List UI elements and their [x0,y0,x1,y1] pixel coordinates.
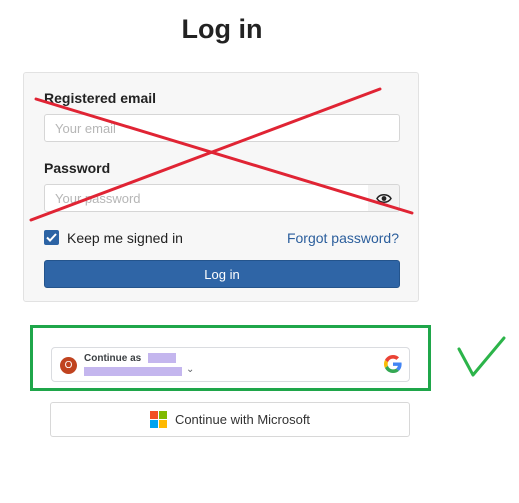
eye-icon [375,193,392,203]
google-continue-button[interactable]: O Continue as ⌄ [51,347,410,382]
forgot-password-link[interactable]: Forgot password? [287,230,399,246]
microsoft-logo-icon [149,411,167,428]
avatar: O [60,357,77,374]
microsoft-button-label: Continue with Microsoft [174,412,311,427]
email-input[interactable] [44,114,400,142]
redacted-name [148,353,176,363]
email-label: Registered email [44,90,157,106]
microsoft-continue-button[interactable]: Continue with Microsoft [50,402,410,437]
show-password-button[interactable] [368,184,400,212]
google-logo-icon [384,355,402,373]
password-input[interactable] [44,184,369,212]
green-checkmark-annotation [457,336,506,377]
keep-signed-in-checkbox[interactable] [44,230,59,245]
password-label: Password [44,160,111,176]
page-title: Log in [181,14,263,44]
continue-as-label: Continue as [84,353,142,364]
login-button[interactable]: Log in [44,260,400,288]
chevron-down-icon[interactable]: ⌄ [186,364,194,375]
login-form-card: Registered email Password Keep me signed… [23,72,419,302]
keep-signed-in-label[interactable]: Keep me signed in [67,230,183,246]
checkmark-icon [46,233,57,242]
redacted-email [84,367,182,376]
